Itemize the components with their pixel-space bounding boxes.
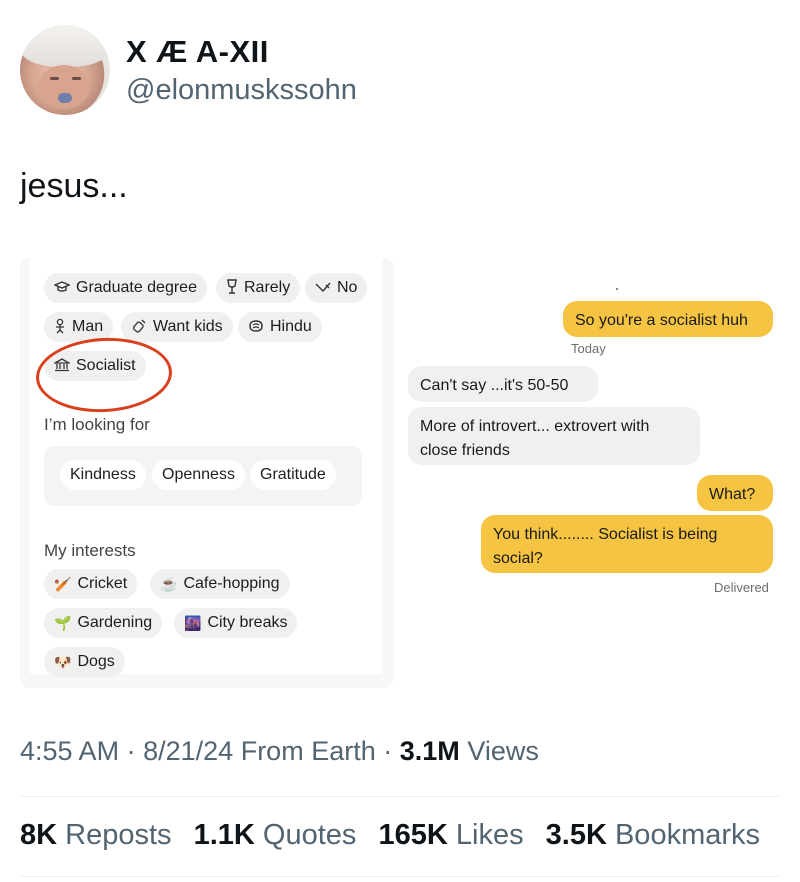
avatar-pacifier [58, 93, 72, 103]
chat-bubble-incoming: More of introvert... extrovert with clos… [408, 407, 700, 465]
chip-family-plans: Want kids [121, 312, 233, 342]
views-label: Views [467, 736, 539, 766]
chip-label: Dogs [77, 653, 115, 670]
likes-stat[interactable]: 165K Likes [378, 819, 523, 851]
interest-chip: 🌱 Gardening [44, 608, 163, 638]
chip-education: Graduate degree [44, 273, 207, 303]
avatar-eye [50, 77, 59, 80]
interests-heading: My interests [44, 541, 136, 560]
tweet-time: 4:55 AM [20, 736, 120, 766]
reposts-count: 8K [20, 819, 58, 851]
quotes-label: Quotes [262, 819, 357, 851]
divider [20, 876, 780, 877]
chip-drinking: Rarely [216, 273, 301, 303]
divider [20, 796, 780, 797]
chip-religion: Hindu [238, 312, 322, 342]
likes-label: Likes [455, 819, 524, 851]
interest-chip: 🐶 Dogs [44, 647, 125, 677]
tweet-text: jesus... [20, 167, 128, 205]
chip-label: Man [72, 318, 104, 335]
dog-icon: 🐶 [54, 653, 72, 670]
chip-label: Want kids [153, 318, 223, 335]
looking-for-chip: Kindness [60, 460, 146, 490]
chat-bubble-outgoing: So you're a socialist huh [563, 301, 773, 337]
avatar-cap [20, 25, 110, 67]
religion-icon [248, 319, 264, 336]
chip-label: No [337, 279, 358, 296]
views-count: 3.1M [399, 736, 460, 766]
chat-bubble-outgoing: You think........ Socialist is being soc… [481, 515, 773, 573]
wine-glass-icon [226, 278, 238, 298]
chat-top-dot [616, 288, 618, 290]
separator-dot: · [126, 736, 136, 766]
display-name[interactable]: X Æ A-XII [126, 34, 269, 70]
avatar[interactable] [20, 25, 110, 115]
cricket-icon: 🏏 [54, 575, 72, 592]
delivered-status: Delivered [714, 580, 769, 595]
tweet-date: 8/21/24 [143, 736, 234, 766]
looking-for-chip: Gratitude [250, 460, 336, 490]
chat-bubble-outgoing: What? [697, 475, 773, 511]
chip-label: Graduate degree [76, 279, 197, 296]
bookmarks-count: 3.5K [545, 819, 607, 851]
bookmarks-label: Bookmarks [614, 819, 761, 851]
tweet-source: From Earth [240, 736, 376, 766]
smoking-icon [315, 280, 331, 296]
looking-for-chip: Openness [152, 460, 245, 490]
city-icon: 🌆 [184, 614, 202, 631]
likes-count: 165K [378, 819, 448, 851]
quotes-stat[interactable]: 1.1K Quotes [194, 819, 357, 851]
reposts-label: Reposts [65, 819, 172, 851]
coffee-icon: ☕ [160, 575, 178, 592]
chip-label: Rarely [244, 279, 291, 296]
quotes-count: 1.1K [193, 819, 255, 851]
avatar-eye [72, 77, 81, 80]
seedling-icon: 🌱 [54, 614, 72, 631]
chat-bubble-incoming: Can't say ...it's 50-50 [408, 366, 598, 402]
engagement-stats: 8K Reposts 1.1K Quotes 165K Likes 3.5K B… [20, 819, 774, 852]
graduation-cap-icon [53, 280, 71, 297]
interest-chip: 🌆 City breaks [174, 608, 298, 638]
person-icon [54, 318, 66, 337]
chip-label: Cafe-hopping [183, 575, 280, 592]
interest-chip: 🏏 Cricket [44, 569, 138, 599]
bookmarks-stat[interactable]: 3.5K Bookmarks [546, 819, 760, 851]
chip-label: Cricket [77, 575, 128, 592]
reposts-stat[interactable]: 8K Reposts [20, 819, 172, 851]
baby-bottle-icon [131, 318, 147, 337]
chip-label: City breaks [207, 614, 288, 631]
chat-day-separator: Today [571, 341, 606, 356]
tweet-timestamp[interactable]: 4:55 AM · 8/21/24 From Earth · 3.1M View… [20, 736, 539, 767]
interest-chip: ☕ Cafe-hopping [150, 569, 290, 599]
chip-smoking: No [305, 273, 368, 303]
chip-label: Gardening [77, 614, 153, 631]
user-handle[interactable]: @elonmuskssohn [126, 74, 357, 107]
looking-for-heading: I’m looking for [44, 415, 150, 434]
chip-label: Hindu [270, 318, 312, 335]
separator-dot: · [383, 736, 393, 766]
